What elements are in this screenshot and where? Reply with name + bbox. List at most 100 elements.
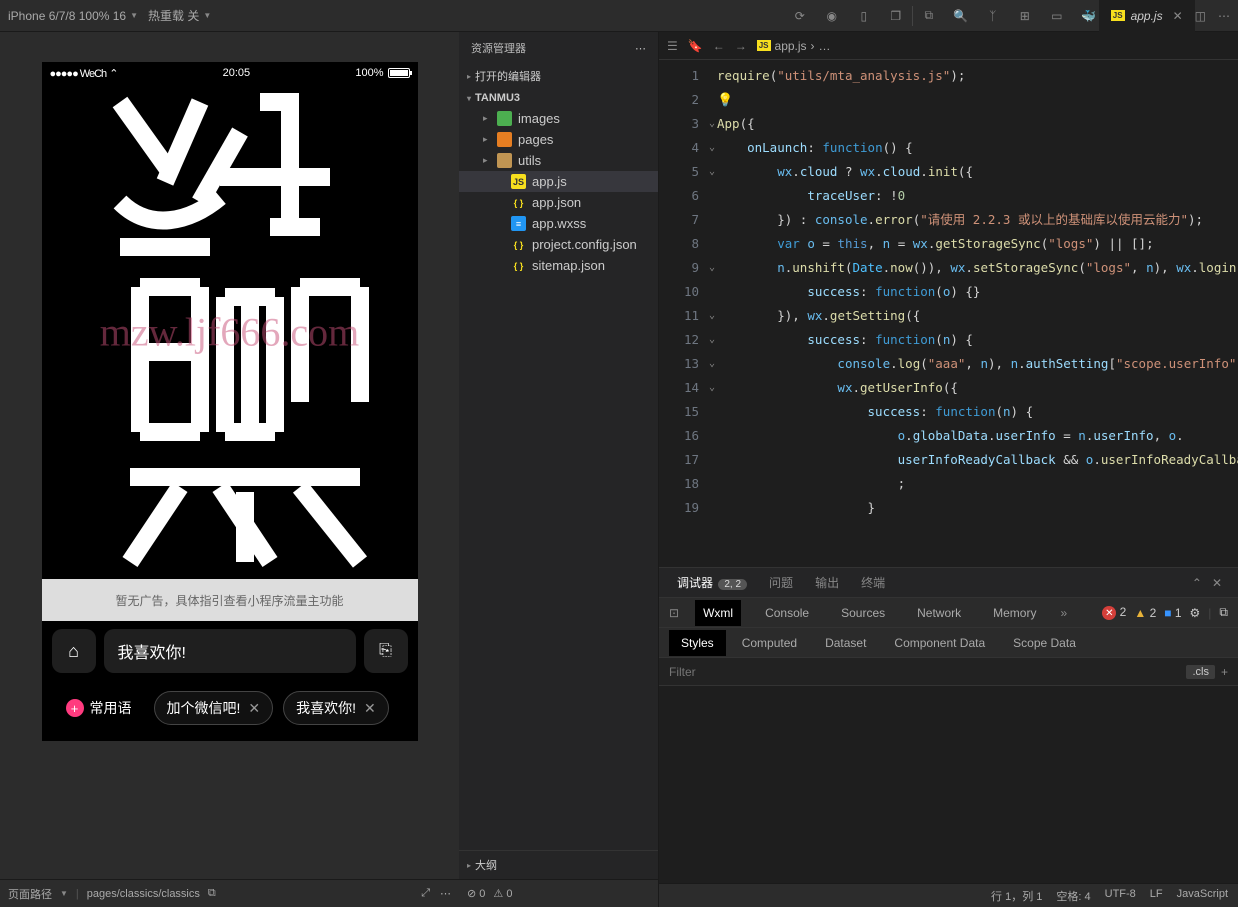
code-line[interactable]: var o = this, n = wx.getStorageSync("log… bbox=[717, 232, 1238, 256]
tab-problems[interactable]: 问题 bbox=[767, 567, 795, 598]
close-icon[interactable]: ✕ bbox=[248, 700, 260, 717]
split-icon[interactable]: ◫ bbox=[1195, 9, 1206, 23]
cls-button[interactable]: .cls bbox=[1186, 665, 1215, 679]
code-line[interactable]: success: function(o) {} bbox=[717, 280, 1238, 304]
error-indicator[interactable]: ⊘ 0 bbox=[467, 887, 485, 900]
filter-input[interactable] bbox=[669, 665, 1180, 679]
gear-icon[interactable]: ⚙ bbox=[1190, 606, 1201, 620]
subtab-console[interactable]: Console bbox=[757, 600, 817, 626]
inspect-icon[interactable]: ⊡ bbox=[669, 606, 679, 620]
spaces[interactable]: 空格: 4 bbox=[1056, 888, 1090, 904]
dock-icon[interactable]: ⧉ bbox=[1219, 605, 1228, 620]
device-icon[interactable]: ▯ bbox=[854, 9, 874, 23]
code-line[interactable]: }), wx.getSetting({ bbox=[717, 304, 1238, 328]
bookmark-icon[interactable]: 🔖 bbox=[688, 39, 703, 53]
code-editor[interactable]: ⌄⌄⌄⌄⌄⌄⌄⌄ 12345678910111213141516171819 r… bbox=[659, 60, 1238, 567]
styles-tab-component[interactable]: Component Data bbox=[882, 630, 997, 656]
styles-tab-computed[interactable]: Computed bbox=[730, 630, 809, 656]
file-item[interactable]: { }app.json bbox=[459, 192, 658, 213]
folder-item[interactable]: ▸pages bbox=[459, 129, 658, 150]
list-icon[interactable]: ☰ bbox=[667, 39, 678, 53]
chevron-down-icon[interactable]: ▼ bbox=[60, 889, 68, 898]
code-line[interactable]: ; bbox=[717, 472, 1238, 496]
ext-icon[interactable]: ⊞ bbox=[1015, 9, 1035, 23]
reload-dropdown[interactable]: 热重载 关 ▼ bbox=[148, 7, 211, 24]
device-dropdown[interactable]: iPhone 6/7/8 100% 16 ▼ bbox=[8, 9, 138, 23]
send-button[interactable]: ⎘ bbox=[364, 629, 408, 673]
chip-like[interactable]: 我喜欢你! ✕ bbox=[283, 691, 389, 725]
text-input[interactable]: 我喜欢你! bbox=[104, 629, 356, 673]
code-line[interactable]: console.log("aaa", n), n.authSetting["sc… bbox=[717, 352, 1238, 376]
subtab-network[interactable]: Network bbox=[909, 600, 969, 626]
open-editors-section[interactable]: ▸ 打开的编辑器 bbox=[459, 64, 658, 88]
branch-icon[interactable]: ᛉ bbox=[983, 9, 1003, 23]
code-line[interactable]: require("utils/mta_analysis.js"); bbox=[717, 64, 1238, 88]
record-icon[interactable]: ◉ bbox=[822, 9, 842, 23]
code-line[interactable]: }) : console.error("请使用 2.2.3 或以上的基础库以使用… bbox=[717, 208, 1238, 232]
subtab-memory[interactable]: Memory bbox=[985, 600, 1044, 626]
folder-item[interactable]: ▸images bbox=[459, 108, 658, 129]
plus-icon[interactable]: + bbox=[1221, 665, 1228, 679]
styles-tab-styles[interactable]: Styles bbox=[669, 630, 726, 656]
home-button[interactable]: ⌂ bbox=[52, 629, 96, 673]
close-icon[interactable]: ✕ bbox=[1212, 576, 1222, 590]
more-icon[interactable]: ⋯ bbox=[1218, 9, 1230, 23]
close-icon[interactable]: ✕ bbox=[364, 700, 376, 717]
styles-tab-scope[interactable]: Scope Data bbox=[1001, 630, 1088, 656]
file-item[interactable]: { }sitemap.json bbox=[459, 255, 658, 276]
code-line[interactable]: success: function(n) { bbox=[717, 400, 1238, 424]
error-count[interactable]: ✕ 2 bbox=[1102, 605, 1126, 621]
code-content[interactable]: require("utils/mta_analysis.js");💡App({ … bbox=[717, 60, 1238, 567]
breadcrumb[interactable]: JS app.js › … bbox=[757, 39, 831, 53]
code-line[interactable]: wx.cloud ? wx.cloud.init({ bbox=[717, 160, 1238, 184]
code-line[interactable]: traceUser: !0 bbox=[717, 184, 1238, 208]
tab-output[interactable]: 输出 bbox=[813, 567, 841, 598]
file-item[interactable]: { }project.config.json bbox=[459, 234, 658, 255]
chip-wechat[interactable]: 加个微信吧! ✕ bbox=[154, 691, 274, 725]
zoom-icon[interactable]: ⤢ bbox=[421, 887, 430, 900]
tab-debugger[interactable]: 调试器 2, 2 bbox=[675, 567, 749, 599]
code-line[interactable]: App({ bbox=[717, 112, 1238, 136]
code-line[interactable]: userInfoReadyCallback && o.userInfoReady… bbox=[717, 448, 1238, 472]
chip-common[interactable]: + 常用语 bbox=[54, 691, 144, 725]
copy-icon[interactable]: ⧉ bbox=[208, 887, 216, 900]
folder-item[interactable]: ▸utils bbox=[459, 150, 658, 171]
warning-indicator[interactable]: ⚠ 0 bbox=[493, 887, 512, 900]
more-icon[interactable]: ⋯ bbox=[635, 42, 646, 55]
project-section[interactable]: ▾ TANMU3 bbox=[459, 88, 658, 108]
refresh-icon[interactable]: ⟳ bbox=[790, 9, 810, 23]
code-line[interactable]: success: function(n) { bbox=[717, 328, 1238, 352]
close-icon[interactable]: ✕ bbox=[1173, 9, 1183, 23]
subtab-sources[interactable]: Sources bbox=[833, 600, 893, 626]
encoding[interactable]: UTF-8 bbox=[1105, 888, 1136, 904]
styles-tab-dataset[interactable]: Dataset bbox=[813, 630, 878, 656]
debug-icon[interactable]: ▭ bbox=[1047, 9, 1067, 23]
language[interactable]: JavaScript bbox=[1177, 888, 1228, 904]
page-path[interactable]: pages/classics/classics bbox=[87, 888, 200, 900]
code-line[interactable]: } bbox=[717, 496, 1238, 520]
code-line[interactable]: 💡 bbox=[717, 88, 1238, 112]
editor-tab[interactable]: JS app.js ✕ bbox=[1099, 0, 1195, 32]
content-area[interactable]: mzw.ljf666.com bbox=[42, 84, 418, 579]
more-icon[interactable]: ⋯ bbox=[440, 887, 451, 900]
subtab-wxml[interactable]: Wxml bbox=[695, 600, 741, 626]
windows-icon[interactable]: ❐ bbox=[886, 9, 906, 23]
more-tabs-icon[interactable]: » bbox=[1060, 606, 1067, 620]
forward-icon[interactable]: → bbox=[735, 39, 747, 53]
code-line[interactable]: onLaunch: function() { bbox=[717, 136, 1238, 160]
eol[interactable]: LF bbox=[1150, 888, 1163, 904]
tab-terminal[interactable]: 终端 bbox=[859, 567, 887, 598]
chevron-up-icon[interactable]: ⌃ bbox=[1192, 576, 1202, 590]
info-count[interactable]: ■ 1 bbox=[1164, 606, 1181, 620]
search-icon[interactable]: 🔍 bbox=[951, 9, 971, 23]
code-line[interactable]: o.globalData.userInfo = n.userInfo, o. bbox=[717, 424, 1238, 448]
warn-count[interactable]: ▲ 2 bbox=[1134, 606, 1156, 620]
cursor-pos[interactable]: 行 1，列 1 bbox=[991, 888, 1042, 904]
code-line[interactable]: n.unshift(Date.now()), wx.setStorageSync… bbox=[717, 256, 1238, 280]
back-icon[interactable]: ← bbox=[713, 39, 725, 53]
file-item[interactable]: ≡app.wxss bbox=[459, 213, 658, 234]
code-line[interactable]: wx.getUserInfo({ bbox=[717, 376, 1238, 400]
outline-section[interactable]: ▸ 大纲 bbox=[459, 850, 658, 879]
files-icon[interactable]: ⧉ bbox=[919, 8, 939, 23]
docker-icon[interactable]: 🐳 bbox=[1079, 9, 1099, 23]
